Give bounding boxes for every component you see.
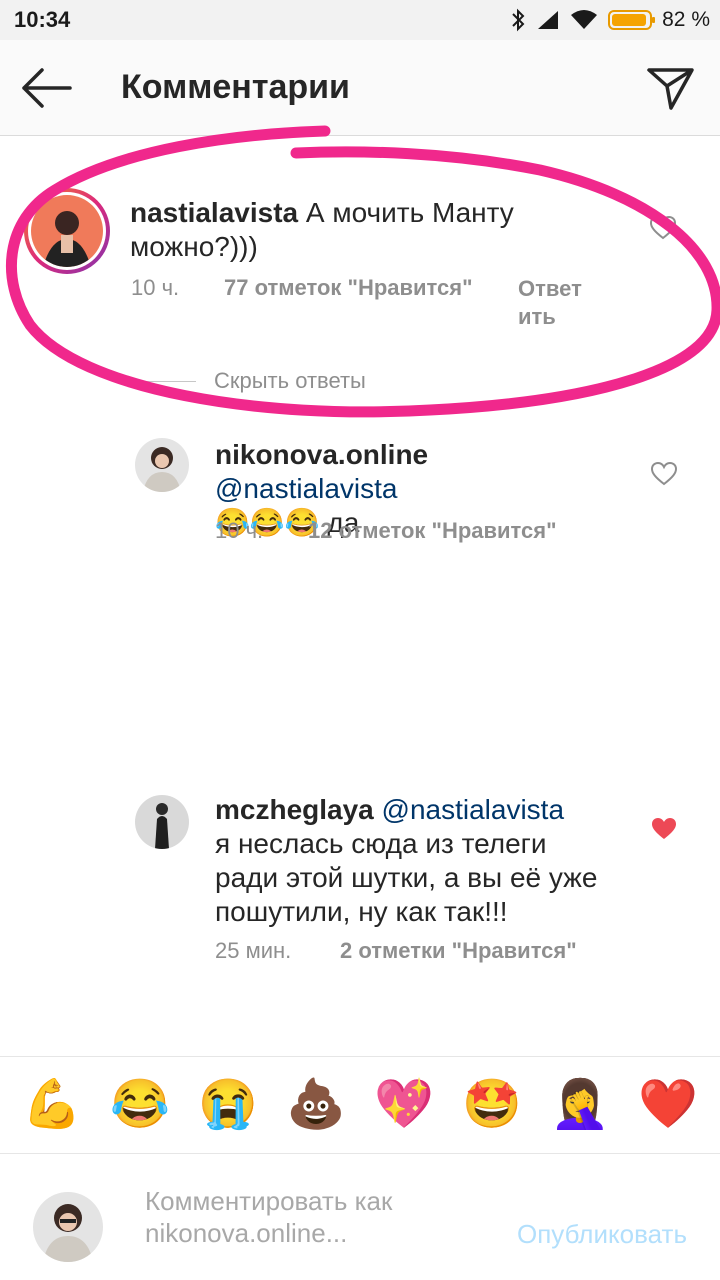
composer-avatar (33, 1192, 103, 1262)
reply-label-line2: ить (518, 304, 556, 329)
status-bar: 10:34 82 % (0, 0, 720, 40)
publish-button[interactable]: Опубликовать (517, 1219, 687, 1250)
liked-heart-icon[interactable] (651, 817, 677, 841)
avatar-photo (31, 195, 103, 267)
hide-replies-label: Скрыть ответы (214, 368, 366, 393)
status-time: 10:34 (14, 7, 71, 32)
signal-icon (538, 11, 559, 29)
emoji-red-heart[interactable]: ❤️ (636, 1078, 700, 1132)
like-heart-icon[interactable] (651, 462, 677, 486)
reply-likes[interactable]: 2 отметки "Нравится" (340, 938, 577, 964)
emoji-star-struck[interactable]: 🤩 (460, 1078, 524, 1132)
emoji-tears-of-joy[interactable]: 😂 (108, 1078, 172, 1132)
divider (130, 380, 196, 382)
reply-label-line1: Ответ (518, 276, 582, 301)
comment-text: nastialavista А мочить Манту можно?))) (130, 196, 550, 264)
emoji-pile-of-poo[interactable]: 💩 (284, 1078, 348, 1132)
app-header: Комментарии (0, 40, 720, 136)
reply-time: 25 мин. (215, 938, 292, 963)
status-icons: 82 % (510, 6, 710, 34)
page-title: Комментарии (121, 68, 350, 106)
like-heart-icon[interactable] (650, 216, 676, 240)
direct-share-button[interactable] (646, 66, 696, 112)
emoji-facepalm[interactable]: 🤦‍♀️ (548, 1078, 612, 1132)
comment-likes[interactable]: 77 отметок "Нравится" (224, 275, 473, 301)
hide-replies-toggle[interactable]: Скрыть ответы (130, 368, 366, 394)
battery-icon (608, 10, 656, 30)
avatar[interactable] (24, 188, 110, 274)
reply-text: mczheglaya @nastialavista я неслась сюда… (215, 793, 615, 929)
bluetooth-icon (512, 8, 525, 32)
battery-percent: 82 % (662, 8, 710, 31)
paper-plane-icon (647, 68, 694, 110)
wifi-icon (571, 10, 598, 29)
emoji-sparkling-heart[interactable]: 💖 (372, 1078, 436, 1132)
emoji-quick-bar: 💪 😂 😭 💩 💖 🤩 🤦‍♀️ ❤️ (0, 1056, 720, 1154)
comment-input[interactable]: Комментировать как nikonova.online... (145, 1185, 465, 1249)
avatar-photo (33, 1192, 103, 1262)
comment-time: 10 ч. (131, 275, 180, 300)
reply-mention[interactable]: @nastialavista (215, 473, 398, 504)
reply-body: я неслась сюда из телеги ради этой шутки… (215, 828, 598, 927)
reply-likes[interactable]: 12 отметок "Нравится" (308, 518, 557, 544)
avatar-photo (135, 438, 189, 492)
reply-mention[interactable]: @nastialavista (382, 794, 565, 825)
arrow-left-icon (22, 68, 72, 108)
reply-time: 10 ч. (215, 518, 264, 543)
comment-composer: Комментировать как nikonova.online... Оп… (0, 1155, 720, 1280)
comment-username[interactable]: nastialavista (130, 197, 298, 228)
emoji-loudly-crying[interactable]: 😭 (196, 1078, 260, 1132)
emoji-flexed-biceps[interactable]: 💪 (20, 1078, 84, 1132)
avatar[interactable] (135, 438, 189, 492)
back-button[interactable] (18, 64, 78, 112)
reply-username[interactable]: nikonova.online (215, 439, 428, 470)
avatar-photo (135, 795, 189, 849)
reply-button[interactable]: Ответ ить (518, 275, 582, 331)
avatar[interactable] (135, 795, 189, 849)
reply-username[interactable]: mczheglaya (215, 794, 374, 825)
